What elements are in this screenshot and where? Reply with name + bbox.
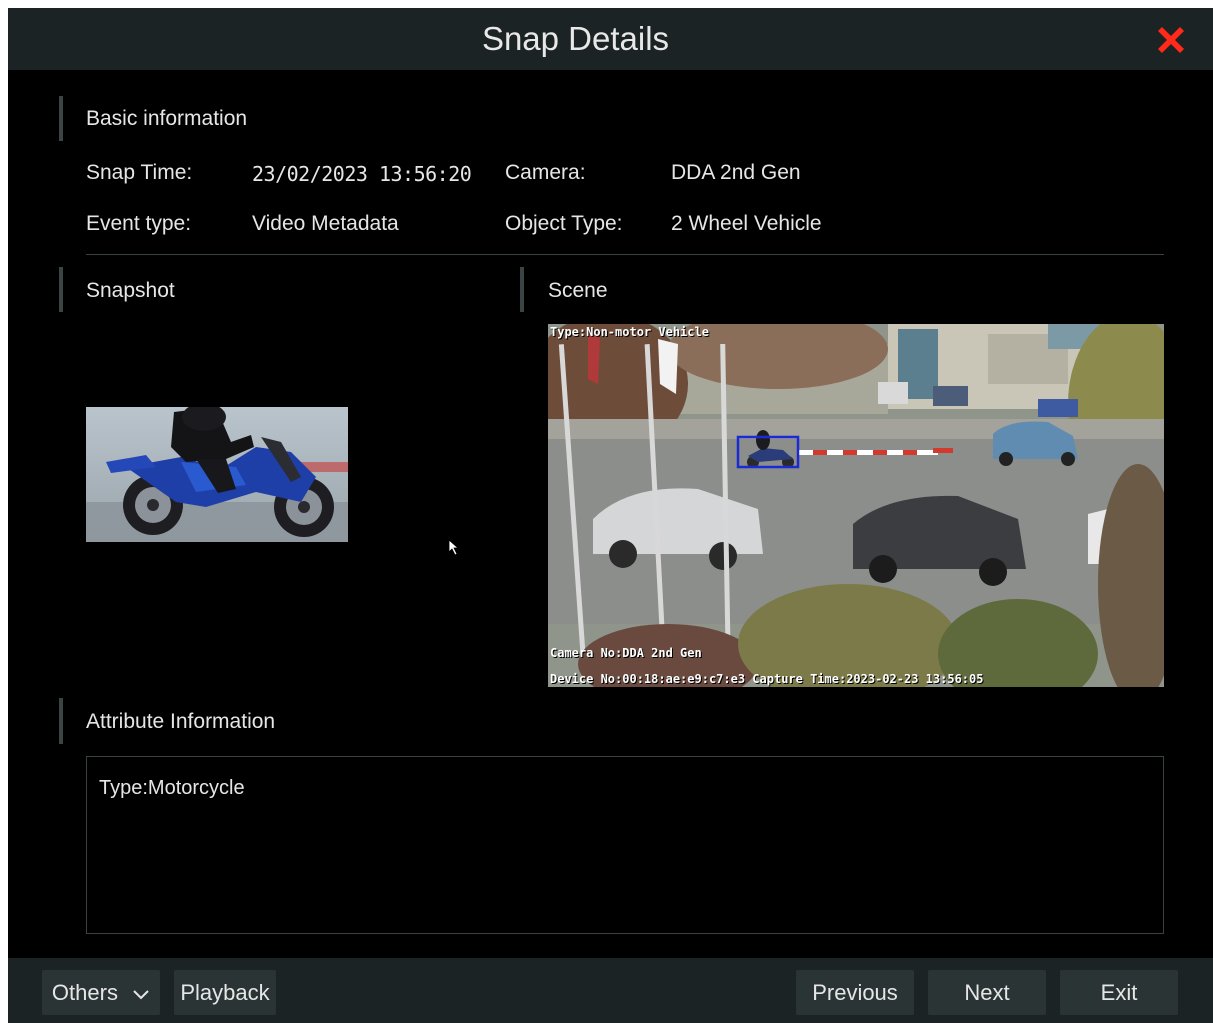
camera-label: Camera: [505,161,586,184]
scene-overlay-type: Type:Non-motor Vehicle [550,325,709,339]
chevron-down-icon [133,990,149,1000]
object-type-value: 2 Wheel Vehicle [671,212,822,235]
section-marker [59,698,63,744]
scene-heading: Scene [548,279,608,302]
snapshot-heading: Snapshot [86,279,175,302]
exit-button[interactable]: Exit [1060,970,1178,1015]
basic-info-heading: Basic information [86,107,248,130]
event-type-value: Video Metadata [252,212,399,235]
next-button[interactable]: Next [928,970,1046,1015]
snap-time-label: Snap Time: [86,161,193,184]
others-dropdown[interactable]: Others [42,970,160,1015]
close-icon[interactable] [1153,22,1189,58]
title-bar: Snap Details [8,8,1213,70]
close-button[interactable] [1153,22,1189,58]
object-type-label: Object Type: [505,212,623,235]
dialog-title: Snap Details [481,20,670,57]
section-marker [520,267,524,312]
event-type-label: Event type: [86,212,192,235]
scene-overlay-camera: Camera No:DDA 2nd Gen [550,646,702,660]
snapshot-image [86,407,348,542]
mouse-cursor-icon [448,539,464,562]
divider [86,254,1164,255]
previous-button[interactable]: Previous [796,970,914,1015]
snap-time-value: 23/02/2023 13:56:20 [252,162,472,186]
section-marker [59,96,63,141]
section-marker [59,267,63,312]
attribute-text: Type:Motorcycle [99,777,245,799]
others-label: Others [51,980,118,1005]
playback-button[interactable]: Playback [174,970,276,1015]
scene-image: Type:Non-motor Vehicle Camera No:DDA 2nd… [548,324,1164,687]
camera-value: DDA 2nd Gen [671,161,801,184]
snap-details-dialog: Snap Details Basic information Snap Time… [8,8,1213,1023]
footer-bar: Others Playback Previous Next Exit [8,958,1213,1023]
attribute-info-box: Type:Motorcycle [86,756,1164,934]
scene-overlay-device: Device No:00:18:ae:e9:c7:e3 Capture Time… [550,672,984,686]
attribute-info-heading: Attribute Information [86,710,276,733]
